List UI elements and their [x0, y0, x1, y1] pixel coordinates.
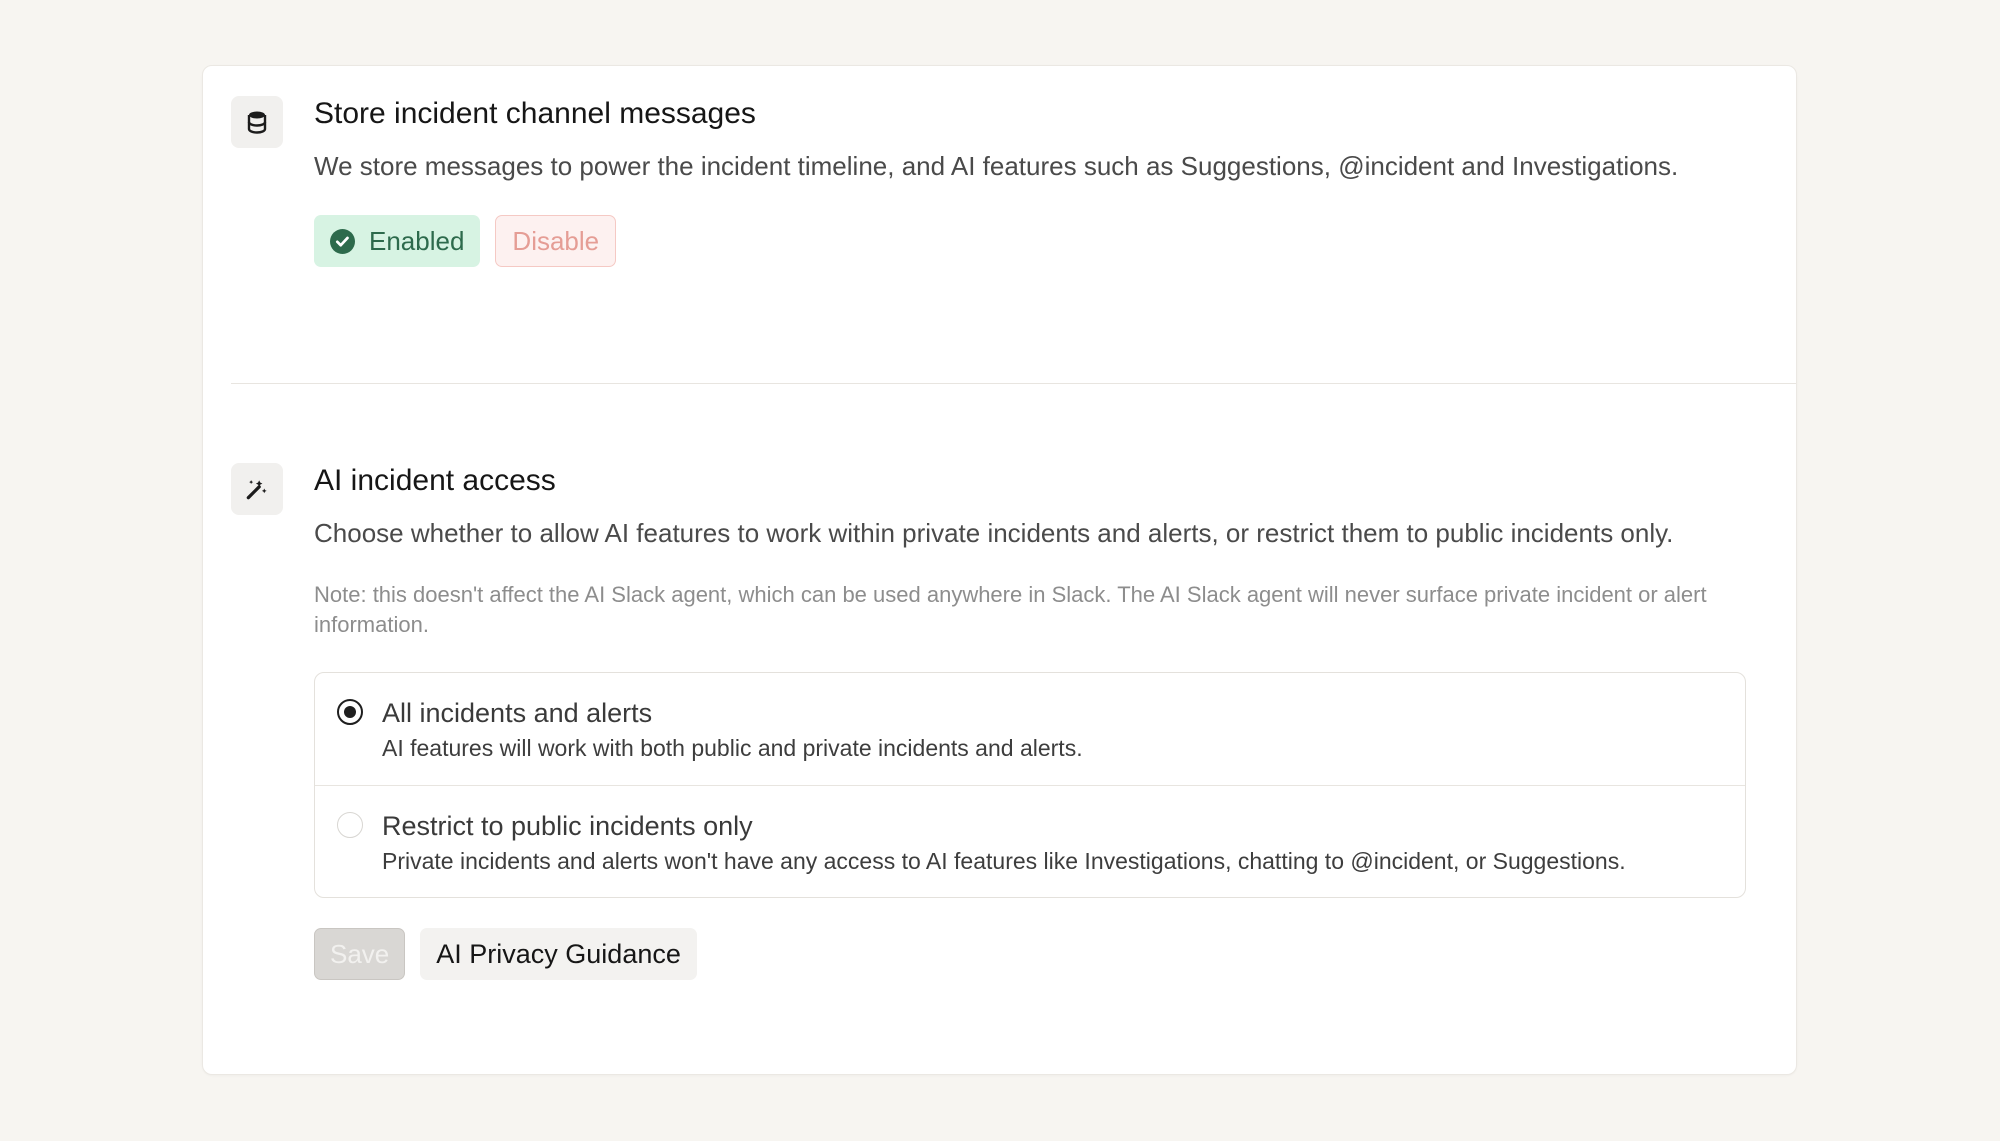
settings-card: Store incident channel messages We store… [202, 65, 1797, 1075]
ai-access-actions: Save AI Privacy Guidance [314, 928, 1746, 980]
option-public-only-description: Private incidents and alerts won't have … [382, 848, 1626, 874]
disable-button[interactable]: Disable [495, 215, 617, 267]
enabled-status-label: Enabled [369, 225, 465, 256]
section-divider [231, 383, 1796, 384]
option-all-incidents[interactable]: All incidents and alerts AI features wil… [315, 673, 1745, 785]
option-all-incidents-description: AI features will work with both public a… [382, 735, 1083, 761]
option-all-incidents-label: All incidents and alerts [382, 698, 653, 728]
radio-all-incidents-checked[interactable] [337, 699, 363, 725]
check-circle-icon [330, 228, 355, 254]
ai-access-options: All incidents and alerts AI features wil… [314, 672, 1746, 898]
store-messages-status-row: Enabled Disable [314, 215, 1746, 267]
magic-wand-icon [231, 463, 283, 515]
ai-access-note: Note: this doesn't affect the AI Slack a… [314, 582, 1707, 637]
option-public-only-label: Restrict to public incidents only [382, 811, 753, 841]
ai-access-title: AI incident access [314, 464, 556, 497]
store-messages-title: Store incident channel messages [314, 97, 756, 130]
store-messages-description: We store messages to power the incident … [314, 151, 1679, 181]
store-messages-body: Store incident channel messages We store… [314, 96, 1746, 267]
ai-access-description: Choose whether to allow AI features to w… [314, 518, 1674, 548]
ai-privacy-guidance-button[interactable]: AI Privacy Guidance [420, 928, 697, 980]
radio-public-only[interactable] [337, 812, 363, 838]
enabled-status-badge: Enabled [314, 215, 481, 267]
save-button[interactable]: Save [314, 928, 406, 980]
radio-dot [344, 706, 356, 718]
option-public-only[interactable]: Restrict to public incidents only Privat… [315, 785, 1745, 897]
database-icon [231, 96, 283, 148]
ai-access-body: AI incident access Choose whether to all… [314, 463, 1746, 980]
